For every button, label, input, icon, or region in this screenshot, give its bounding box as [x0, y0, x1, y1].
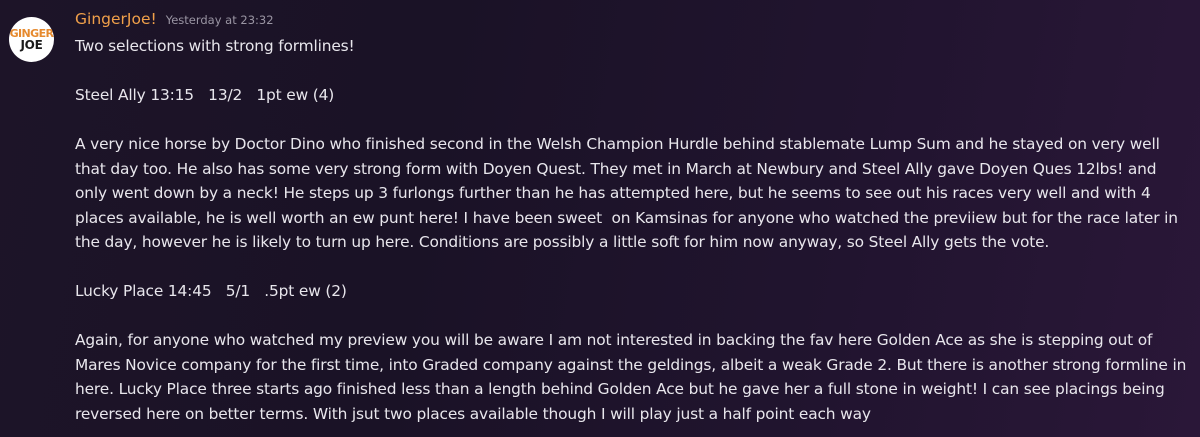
avatar[interactable]: GINGER JOE	[9, 17, 54, 62]
timestamp[interactable]: Yesterday at 23:32	[166, 13, 274, 27]
username[interactable]: GingerJoe!	[75, 10, 157, 28]
selection-1-header: Steel Ally 13:15 13/2 1pt ew (4)	[75, 86, 335, 104]
avatar-logo-text-bottom: JOE	[20, 38, 43, 52]
selection-2-header: Lucky Place 14:45 5/1 .5pt ew (2)	[75, 282, 347, 300]
selection-2-body: Again, for anyone who watched my preview…	[75, 331, 1191, 423]
intro-line: Two selections with strong formlines!	[75, 37, 355, 55]
chat-message: GINGER JOE GingerJoe! Yesterday at 23:32…	[0, 0, 1200, 437]
selection-1-body: A very nice horse by Doctor Dino who fin…	[75, 135, 1183, 251]
message-content: Two selections with strong formlines! St…	[75, 34, 1190, 426]
message-header: GingerJoe! Yesterday at 23:32	[75, 10, 274, 34]
